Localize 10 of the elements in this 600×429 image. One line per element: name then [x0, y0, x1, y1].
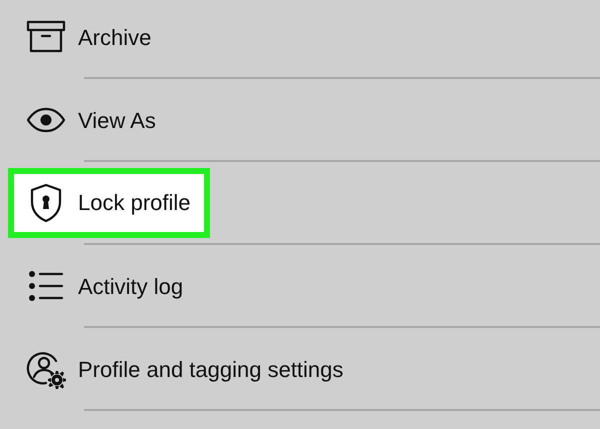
menu-item[interactable]: Profile and tagging settings — [8, 334, 366, 404]
archive-box-icon — [26, 20, 66, 54]
menu-item[interactable]: Archive — [8, 2, 174, 72]
list-icon — [28, 270, 64, 302]
eye-icon — [26, 107, 66, 133]
person-gear-icon — [26, 349, 66, 389]
shield-keyhole-icon — [29, 182, 63, 222]
menu-item[interactable]: Lock profile — [8, 168, 210, 238]
menu-item[interactable]: Activity log — [8, 251, 206, 321]
menu-item[interactable]: View As — [8, 85, 178, 155]
